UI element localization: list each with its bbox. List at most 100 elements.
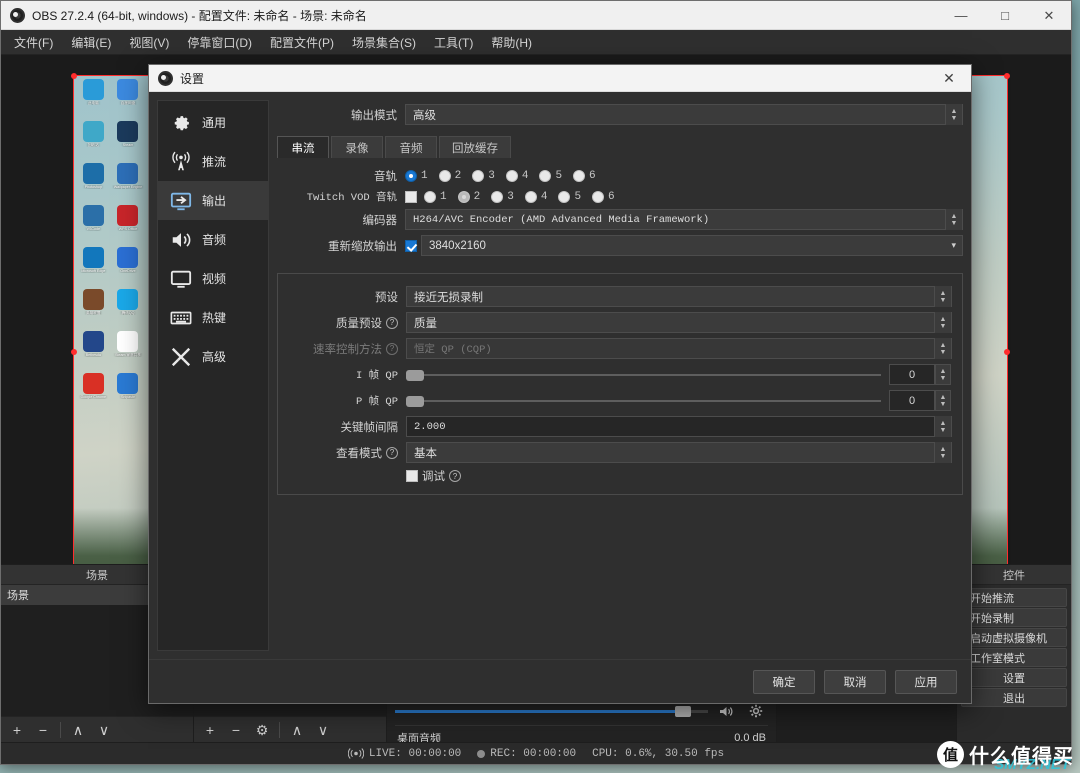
quality-preset-select[interactable]: 质量 ▲ ▼ — [406, 312, 952, 333]
desktop-icon-label: Google Chrome — [80, 395, 107, 399]
view-mode-value: 基本 — [414, 447, 437, 460]
desktop-icon: 此电脑 — [77, 79, 110, 119]
sidebar-item-hotkeys[interactable]: 热键 — [158, 298, 268, 337]
help-icon[interactable]: ? — [386, 316, 398, 329]
p-frame-qp-slider[interactable] — [406, 394, 881, 408]
twitch-vod-radio-1[interactable] — [424, 190, 436, 203]
exit-button[interactable]: 退出 — [961, 688, 1067, 707]
desktop-icon-label: 腾讯QQ — [121, 311, 135, 315]
menu-tools[interactable]: 工具(T) — [425, 30, 482, 55]
i-frame-qp-slider[interactable] — [406, 368, 881, 382]
menu-file[interactable]: 文件(F) — [5, 30, 62, 55]
close-button[interactable]: ✕ — [1027, 1, 1071, 29]
add-scene-button[interactable]: + — [5, 719, 29, 741]
chevron-updown-icon[interactable]: ▲ ▼ — [934, 416, 951, 437]
menu-help[interactable]: 帮助(H) — [482, 30, 541, 55]
maximize-button[interactable]: □ — [983, 1, 1027, 29]
close-icon[interactable]: ✕ — [927, 65, 971, 91]
menu-profile[interactable]: 配置文件(P) — [261, 30, 343, 55]
preset-select[interactable]: 接近无损录制 ▲ ▼ — [406, 286, 952, 307]
audio-track-radio-4[interactable] — [505, 170, 518, 182]
apply-button[interactable]: 应用 — [895, 669, 957, 694]
sidebar-item-output[interactable]: 输出 — [158, 181, 268, 220]
chevron-updown-icon[interactable]: ▲ ▼ — [934, 442, 951, 463]
help-icon[interactable]: ? — [449, 470, 461, 482]
menu-view[interactable]: 视图(V) — [120, 30, 178, 55]
encoder-select[interactable]: H264/AVC Encoder (AMD Advanced Media Fra… — [405, 209, 963, 230]
sidebar-item-general[interactable]: 通用 — [158, 103, 268, 142]
menu-docks[interactable]: 停靠窗口(D) — [178, 30, 261, 55]
tab-audio[interactable]: 音频 — [385, 136, 437, 158]
output-mode-value: 高级 — [413, 109, 436, 122]
ok-button[interactable]: 确定 — [753, 669, 815, 694]
slider-knob[interactable] — [674, 706, 691, 717]
sidebar-item-label: 推流 — [202, 155, 227, 169]
output-mode-select[interactable]: 高级 ▲ ▼ — [405, 104, 963, 125]
start-streaming-button[interactable]: 开始推流 — [961, 588, 1067, 607]
start-virtual-camera-button[interactable]: 启动虚拟摄像机 — [961, 628, 1067, 647]
remove-scene-button[interactable]: − — [31, 719, 55, 741]
rescale-output-checkbox[interactable] — [405, 239, 417, 252]
obs-logo-icon — [10, 7, 25, 23]
sidebar-item-advanced[interactable]: 高级 — [158, 337, 268, 376]
twitch-vod-radio-label: 3 — [507, 190, 514, 203]
twitch-vod-radio-label: 2 — [473, 190, 481, 203]
audio-track-radio-6[interactable] — [573, 170, 586, 182]
audio-track-radio-5[interactable] — [539, 170, 552, 182]
keyframe-interval-input[interactable]: 2.000 ▲ ▼ — [406, 416, 952, 437]
debug-label: 调试 — [422, 471, 445, 483]
chevron-down-icon[interactable]: ▾ — [951, 240, 956, 251]
chevron-updown-icon[interactable]: ▲ ▼ — [945, 209, 962, 230]
audio-track-radio-2[interactable] — [438, 170, 451, 182]
sidebar-item-stream[interactable]: 推流 — [158, 142, 268, 181]
move-scene-up-button[interactable]: ∧ — [66, 719, 90, 741]
view-mode-label: 查看模式 — [336, 447, 382, 460]
tab-recording[interactable]: 录像 — [331, 136, 383, 158]
tab-replay-buffer[interactable]: 回放缓存 — [439, 136, 511, 158]
view-mode-select[interactable]: 基本 ▲ ▼ — [406, 442, 952, 463]
twitch-vod-radio-3[interactable] — [491, 190, 504, 203]
keyboard-icon — [170, 311, 192, 324]
remove-source-button[interactable]: − — [224, 719, 248, 741]
chevron-updown-icon[interactable]: ▲ ▼ — [935, 364, 951, 385]
help-icon[interactable]: ? — [386, 342, 398, 355]
audio-track-radio-label: 6 — [589, 170, 596, 182]
move-source-up-button[interactable]: ∧ — [285, 719, 309, 741]
volume-slider[interactable] — [395, 704, 708, 718]
slider-knob[interactable] — [406, 369, 424, 381]
minimize-button[interactable]: — — [939, 1, 983, 29]
twitch-vod-enable-checkbox[interactable] — [405, 190, 417, 203]
audio-track-radio-1[interactable] — [405, 170, 417, 182]
twitch-vod-radio-6[interactable] — [592, 190, 605, 203]
twitch-vod-radio-2[interactable] — [457, 190, 470, 203]
move-scene-down-button[interactable]: ∨ — [92, 719, 116, 741]
tab-streaming[interactable]: 串流 — [277, 136, 329, 158]
desktop-icon: Photoshop — [77, 163, 110, 203]
chevron-updown-icon[interactable]: ▲ ▼ — [935, 390, 951, 411]
chevron-updown-icon[interactable]: ▲ ▼ — [945, 104, 962, 125]
source-properties-button[interactable]: ⚙ — [250, 719, 274, 741]
audio-track-radio-3[interactable] — [472, 170, 485, 182]
menu-scene-collection[interactable]: 场景集合(S) — [343, 30, 425, 55]
slider-knob[interactable] — [406, 395, 424, 407]
start-recording-button[interactable]: 开始录制 — [961, 608, 1067, 627]
rescale-resolution-select[interactable]: 3840x2160 ▾ — [421, 235, 963, 256]
chevron-updown-icon[interactable]: ▲ ▼ — [934, 286, 951, 307]
add-source-button[interactable]: + — [198, 719, 222, 741]
i-frame-qp-spinbox[interactable]: 0 ▲ ▼ — [889, 364, 951, 385]
move-source-down-button[interactable]: ∨ — [311, 719, 335, 741]
studio-mode-button[interactable]: 工作室模式 — [961, 648, 1067, 667]
sidebar-item-audio[interactable]: 音频 — [158, 220, 268, 259]
help-icon[interactable]: ? — [386, 446, 398, 459]
p-frame-qp-spinbox[interactable]: 0 ▲ ▼ — [889, 390, 951, 411]
cpu-status: CPU: 0.6%, 30.50 fps — [592, 748, 724, 760]
debug-checkbox[interactable] — [406, 470, 418, 482]
settings-button[interactable]: 设置 — [961, 668, 1067, 687]
twitch-vod-radio-5[interactable] — [558, 190, 571, 203]
view-mode-label-wrap: 查看模式 ? — [278, 445, 406, 461]
sidebar-item-video[interactable]: 视频 — [158, 259, 268, 298]
menu-edit[interactable]: 编辑(E) — [62, 30, 120, 55]
chevron-updown-icon[interactable]: ▲ ▼ — [934, 312, 951, 333]
twitch-vod-radio-4[interactable] — [524, 190, 537, 203]
cancel-button[interactable]: 取消 — [824, 669, 886, 694]
